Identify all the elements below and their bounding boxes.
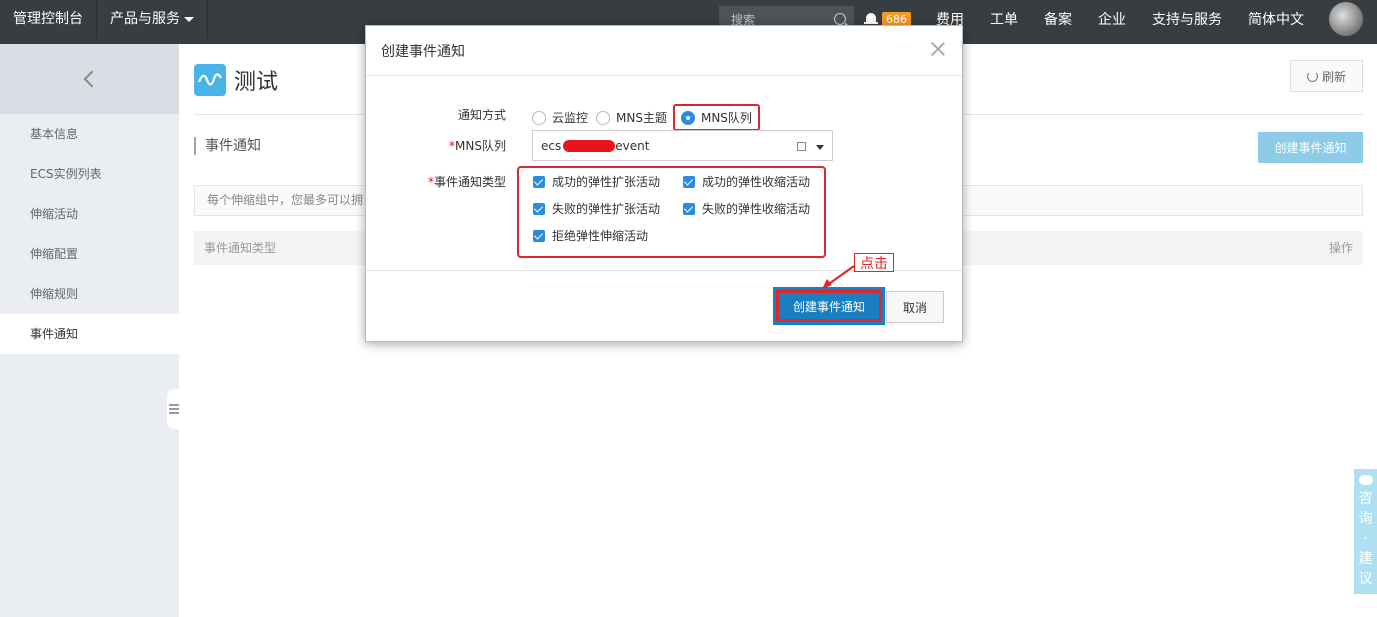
bell-icon[interactable] [864,12,878,26]
radio-mns-queue[interactable]: MNS队列 [672,104,760,131]
search-icon[interactable] [834,13,846,25]
method-label-text: 通知方式 [457,108,506,122]
radio-checked-icon [680,110,695,125]
mns-queue-select[interactable]: ecs event [532,130,833,161]
queue-value-suffix: event [615,138,650,153]
checkbox-checked-icon [683,202,695,215]
refresh-label: 刷新 [1321,69,1346,84]
checkbox-label: 成功的弹性扩张活动 [552,175,661,189]
radio-unchecked-icon [596,110,611,125]
products-menu[interactable]: 产品与服务 [97,0,208,38]
radio-label: 云监控 [552,111,589,125]
feedback-char: 建 [1358,551,1373,567]
dialog-title: 创建事件通知 [381,43,465,60]
feedback-char: 询 [1358,511,1373,527]
checkbox-label: 失败的弹性扩张活动 [552,202,661,216]
nav-enterprise[interactable]: 企业 [1085,9,1139,29]
refresh-button[interactable]: 刷新 [1290,60,1363,92]
section-title: 事件通知 [194,137,261,155]
dialog-header: 创建事件通知 [366,26,962,76]
radio-cloud-monitor[interactable]: 云监控 [532,109,588,126]
redaction-mark [563,139,616,152]
chevron-down-icon [816,145,824,150]
console-link[interactable]: 管理控制台 [0,0,97,38]
queue-label-text: MNS队列 [455,139,506,153]
chevron-left-icon [83,70,100,88]
chat-icon [1358,475,1373,485]
nav-support[interactable]: 支持与服务 [1139,9,1235,29]
sidebar-item-scaling-configs[interactable]: 伸缩配置 [0,234,179,274]
back-button[interactable] [0,44,179,114]
sidebar-item-scaling-activities[interactable]: 伸缩活动 [0,194,179,234]
queue-value-prefix: ecs [541,138,562,153]
checkbox-scale-out-failure[interactable]: 失败的弹性扩张活动 [533,200,660,217]
checkbox-checked-icon [533,175,545,188]
radio-label: MNS主题 [616,111,667,125]
sidebar-item-event-notification[interactable]: 事件通知 [0,314,179,354]
scaling-group-icon [194,64,226,96]
caret-down-icon [184,16,194,22]
top-nav-left: 管理控制台 产品与服务 [0,0,208,44]
radio-unchecked-icon [532,110,546,125]
checkbox-label: 成功的弹性收缩活动 [702,175,811,189]
page-header: 测试 [194,60,278,100]
feedback-char: · [1363,531,1368,547]
column-header-type: 事件通知类型 [204,241,277,255]
annotation-arrow-icon [822,265,855,289]
cancel-button[interactable]: 取消 [886,291,944,323]
page-title: 测试 [234,70,279,95]
nav-tickets[interactable]: 工单 [977,9,1031,29]
notification-method-group: 云监控 MNS主题 MNS队列 [532,104,768,131]
sidebar: 基本信息 ECS实例列表 伸缩活动 伸缩配置 伸缩规则 事件通知 [0,44,181,617]
products-menu-label: 产品与服务 [110,11,180,27]
checkbox-scale-in-failure[interactable]: 失败的弹性收缩活动 [683,200,810,217]
sidebar-item-basic-info[interactable]: 基本信息 [0,114,179,154]
sidebar-item-ecs-instances[interactable]: ECS实例列表 [0,154,179,194]
nav-icp-filing[interactable]: 备案 [1031,9,1085,29]
feedback-widget[interactable]: 咨 询 · 建 议 [1354,469,1377,594]
nav-language[interactable]: 简体中文 [1235,9,1317,29]
checkbox-checked-icon [533,229,545,242]
checkbox-scaling-rejected[interactable]: 拒绝弹性伸缩活动 [533,227,648,244]
create-notification-dialog: 创建事件通知 通知方式 云监控 MNS主题 MNS队列 *MNS队列 ecs ev… [365,25,963,342]
sidebar-collapse-icon[interactable] [167,389,181,429]
feedback-char: 咨 [1358,491,1373,507]
checkbox-label: 失败的弹性收缩活动 [702,202,811,216]
checkbox-checked-icon [683,175,695,188]
checkbox-checked-icon [533,202,545,215]
close-icon[interactable] [929,40,947,58]
submit-button[interactable]: 创建事件通知 [773,287,885,325]
checkbox-scale-in-success[interactable]: 成功的弹性收缩活动 [683,173,810,190]
radio-label: MNS队列 [700,111,752,125]
create-event-notification-button[interactable]: 创建事件通知 [1258,132,1363,163]
avatar[interactable] [1329,2,1363,36]
method-label: 通知方式 [366,106,506,123]
radio-mns-topic[interactable]: MNS主题 [596,109,667,126]
clipboard-icon [797,142,806,151]
checkbox-scale-out-success[interactable]: 成功的弹性扩张活动 [533,173,660,190]
refresh-icon [1306,70,1318,82]
types-label: *事件通知类型 [366,173,506,190]
sidebar-item-scaling-rules[interactable]: 伸缩规则 [0,274,179,314]
feedback-char: 议 [1358,571,1373,587]
column-header-actions: 操作 [1328,241,1353,255]
queue-label: *MNS队列 [366,137,506,154]
click-annotation-label: 点击 [854,253,894,272]
types-label-text: 事件通知类型 [433,175,506,189]
checkbox-label: 拒绝弹性伸缩活动 [552,229,649,243]
